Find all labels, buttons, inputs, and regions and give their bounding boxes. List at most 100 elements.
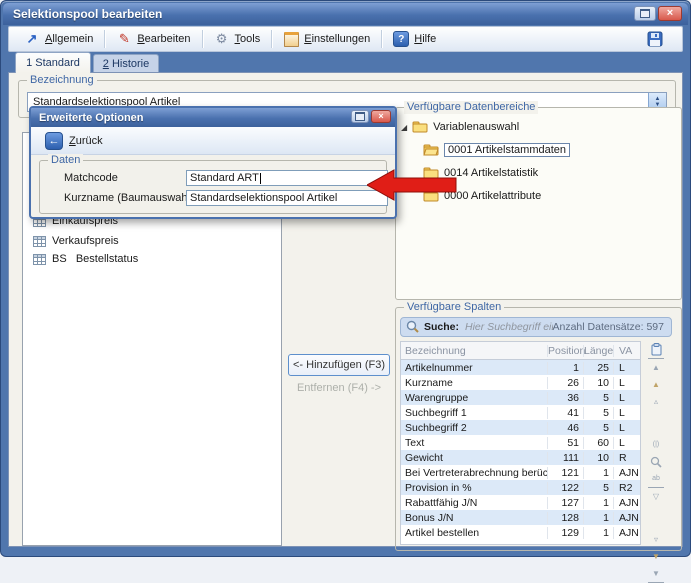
toolbar-hilfe-label: Hilfe	[414, 33, 436, 45]
matchcode-value: Standard ART	[190, 172, 259, 184]
list-item-label: Verkaufspreis	[52, 235, 119, 247]
tab-standard-label: 1 Standard	[26, 57, 80, 69]
back-button[interactable]: ← Zurück	[39, 130, 109, 152]
expander-icon[interactable]: ◢	[401, 123, 407, 132]
column-select-icon[interactable]: (|)	[648, 436, 664, 453]
scroll-to-bottom-icon[interactable]: ▼	[648, 565, 664, 583]
toolbar-tools[interactable]: ⚙ Tools	[205, 28, 270, 50]
window-title: Selektionspool bearbeiten	[13, 7, 162, 21]
daten-label: Daten	[48, 154, 83, 167]
step-up-icon[interactable]: ▵	[648, 393, 664, 410]
table-header[interactable]: Bezeichnung Position Länge VA	[401, 342, 640, 360]
dialog-restore-button[interactable]	[351, 110, 369, 123]
restore-button[interactable]	[634, 6, 656, 21]
copy-icon[interactable]	[648, 341, 664, 358]
record-count: Anzahl Datensätze: 597	[553, 321, 665, 333]
toolbar-allgemein[interactable]: ↗ Allgemein	[15, 28, 102, 50]
toolbar-allgemein-label: Allgemein	[45, 33, 93, 45]
kurzname-label: Kurzname (Baumauswahl)	[64, 192, 194, 204]
tree-item-artikelstammdaten[interactable]: 0001 Artikelstammdaten	[423, 141, 570, 159]
kurzname-input[interactable]: Standardselektionspool Artikel	[186, 190, 388, 206]
tree-item-label: Variablenauswahl	[433, 121, 519, 133]
matchcode-input[interactable]: Standard ART	[186, 170, 388, 186]
folder-icon	[412, 121, 428, 133]
search-placeholder: Hier Suchbegriff eing	[465, 321, 552, 333]
table-row[interactable]: Gewicht11110R	[401, 450, 640, 465]
search-icon	[406, 320, 420, 334]
sort-icon[interactable]: ab	[648, 470, 664, 488]
toolbar-separator	[381, 30, 382, 48]
move-up-icon[interactable]: ▲	[648, 376, 664, 393]
remove-button: Entfernen (F4) ->	[286, 382, 392, 394]
add-button-label: <- Hinzufügen (F3)	[293, 359, 385, 371]
matchcode-label: Matchcode	[64, 172, 118, 184]
tree-item-label: 0001 Artikelstammdaten	[444, 143, 570, 157]
titlebar: Selektionspool bearbeiten ×	[3, 3, 688, 25]
close-button[interactable]: ×	[658, 6, 682, 21]
dialog-close-button[interactable]: ×	[371, 110, 391, 123]
tools-icon: ⚙	[214, 31, 230, 47]
search-label: Suche:	[424, 321, 459, 333]
toolbar-einstellungen-label: Einstellungen	[304, 33, 370, 45]
text-caret	[260, 173, 261, 184]
table-icon	[33, 254, 46, 265]
table-row[interactable]: Bei Vertreterabrechnung berücksichtige12…	[401, 465, 640, 480]
tab-historie[interactable]: 2 Historie	[93, 54, 159, 73]
table-row[interactable]: Warengruppe365L	[401, 390, 640, 405]
table-row[interactable]: Rabattfähig J/N1271AJN	[401, 495, 640, 510]
step-down-icon[interactable]: ▿	[648, 531, 664, 548]
toolbar-bearbeiten[interactable]: ✎ Bearbeiten	[107, 28, 199, 50]
remove-button-label: Entfernen (F4) ->	[297, 382, 381, 394]
tree-item-variablenauswahl[interactable]: ◢ Variablenauswahl	[401, 118, 519, 136]
filter-icon[interactable]: ▽	[648, 488, 664, 505]
header-va[interactable]: VA	[613, 345, 640, 357]
toolbar-bearbeiten-label: Bearbeiten	[137, 33, 190, 45]
spalten-group: Verfügbare Spalten Suche: Hier Suchbegri…	[395, 307, 682, 551]
list-item[interactable]: Verkaufspreis	[33, 233, 119, 249]
back-icon: ←	[45, 132, 63, 150]
save-icon	[647, 31, 663, 47]
app-window: Selektionspool bearbeiten × ↗ Allgemein …	[0, 0, 691, 557]
folder-open-icon	[423, 144, 439, 156]
tree-item-label: 0000 Artikelattribute	[444, 190, 541, 202]
list-item[interactable]: BS Bestellstatus	[33, 251, 138, 267]
header-bezeichnung[interactable]: Bezeichnung	[401, 345, 547, 357]
table-row[interactable]: Suchbegriff 2465L	[401, 420, 640, 435]
restore-icon	[640, 9, 650, 18]
table-row[interactable]: Artikel bestellen1291AJN	[401, 525, 640, 540]
header-laenge[interactable]: Länge	[583, 345, 613, 357]
table-icon	[33, 236, 46, 247]
table-row[interactable]: Provision in %1225R2	[401, 480, 640, 495]
tab-historie-label: 2 Historie	[103, 58, 149, 70]
allgemein-icon: ↗	[24, 31, 40, 47]
bezeichnung-label: Bezeichnung	[27, 74, 97, 87]
save-button[interactable]	[638, 28, 672, 50]
restore-icon	[355, 112, 365, 121]
daten-group: Daten Matchcode Standard ART Kurzname (B…	[39, 160, 387, 214]
dialog-titlebar: Erweiterte Optionen ×	[31, 108, 395, 127]
list-item-label: BS Bestellstatus	[52, 253, 138, 265]
main-toolbar: ↗ Allgemein ✎ Bearbeiten ⚙ Tools Einstel…	[8, 26, 683, 52]
toolbar-einstellungen[interactable]: Einstellungen	[274, 28, 379, 50]
toolbar-separator	[202, 30, 203, 48]
table-side-toolbar: ▲ ▲ ▵ (|) ab ▽ ▿ ▼ ▼	[646, 341, 666, 583]
columns-table[interactable]: Bezeichnung Position Länge VA Artikelnum…	[400, 341, 641, 545]
scroll-to-top-icon[interactable]: ▲	[648, 358, 664, 376]
search-bar[interactable]: Suche: Hier Suchbegriff eing Anzahl Date…	[400, 317, 672, 337]
table-search-icon[interactable]	[648, 453, 664, 470]
dialog-toolbar: ← Zurück	[31, 127, 395, 155]
toolbar-hilfe[interactable]: ? Hilfe	[384, 28, 445, 50]
table-row[interactable]: Suchbegriff 1415L	[401, 405, 640, 420]
kurzname-value: Standardselektionspool Artikel	[190, 192, 337, 204]
header-position[interactable]: Position	[547, 345, 583, 357]
table-row[interactable]: Kurzname2610L	[401, 375, 640, 390]
bearbeiten-icon: ✎	[116, 31, 132, 47]
table-row[interactable]: Text5160L	[401, 435, 640, 450]
tab-standard[interactable]: 1 Standard	[15, 52, 91, 73]
add-button[interactable]: <- Hinzufügen (F3)	[288, 354, 390, 376]
table-row[interactable]: Bonus J/N1281AJN	[401, 510, 640, 525]
table-row[interactable]: Artikelnummer125L	[401, 360, 640, 375]
erweiterte-optionen-dialog: Erweiterte Optionen × ← Zurück Daten Mat…	[29, 106, 397, 219]
einstellungen-icon	[283, 31, 299, 47]
close-icon: ×	[378, 112, 383, 121]
